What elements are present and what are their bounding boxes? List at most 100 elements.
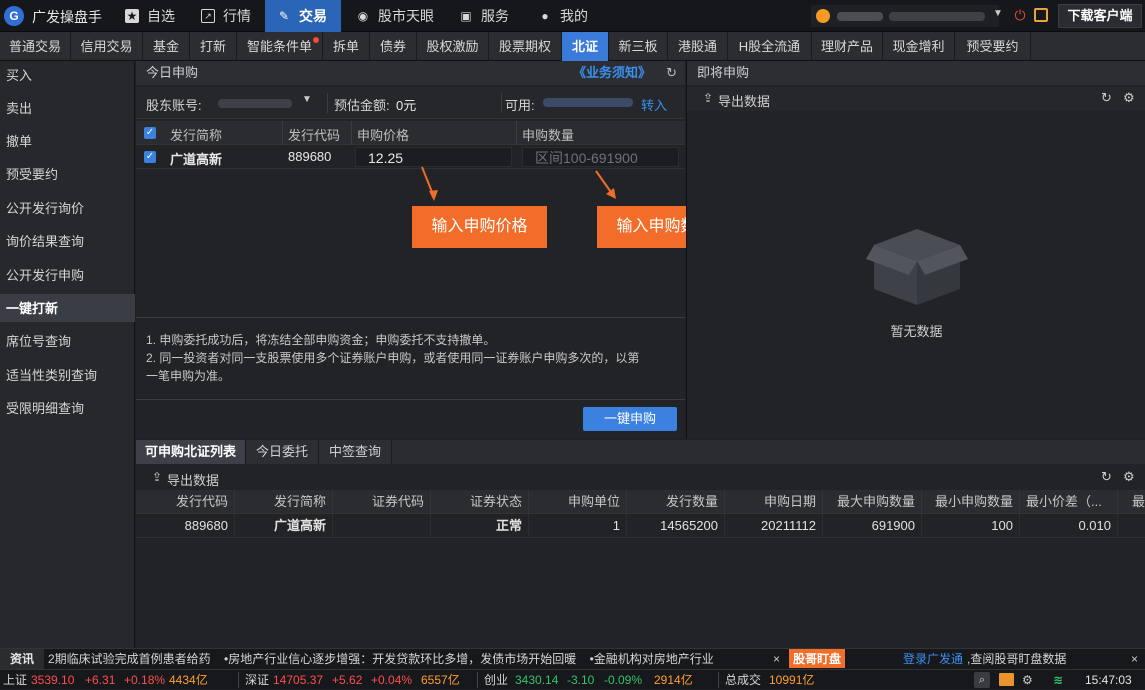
tab-wealth[interactable]: 理财产品 — [812, 32, 883, 61]
tab-tender-offer[interactable]: 预受要约 — [955, 32, 1031, 61]
export-data-button[interactable]: 导出数据 — [718, 91, 770, 110]
tab-h-share[interactable]: H股全流通 — [728, 32, 812, 61]
sidebar-item-ipo-inquiry[interactable]: 公开发行询价 — [0, 194, 135, 227]
refresh-icon[interactable]: ↻ — [666, 61, 677, 85]
tab-split-order[interactable]: 拆单 — [323, 32, 370, 61]
tab-equity-incentive[interactable]: 股权激励 — [417, 32, 489, 61]
tab-normal-trade[interactable]: 普通交易 — [0, 32, 71, 61]
login-link[interactable]: 登录广发通 — [903, 649, 963, 669]
tab-hk-connect[interactable]: 港股通 — [668, 32, 728, 61]
news-bar: 资讯 2期临床试验完成首例患者给药 •房地产行业信心逐步增强：开发贷款环比多增，… — [0, 648, 1145, 669]
gear-icon[interactable]: ⚙ — [1123, 90, 1135, 106]
note-line: 一笔申购为准。 — [146, 369, 231, 383]
sz-amount: 6557亿 — [421, 673, 460, 687]
sidebar-item-sell[interactable]: 卖出 — [0, 94, 135, 127]
cell-unit: 1 — [529, 514, 627, 537]
news-ticker[interactable]: 2期临床试验完成首例患者给药 •房地产行业信心逐步增强：开发贷款环比多增，发债市… — [48, 649, 766, 669]
col-max-qty: 最大申购数量 — [823, 490, 922, 514]
power-icon[interactable]: ⏻ — [1012, 7, 1028, 23]
tab-bonds[interactable]: 债券 — [370, 32, 417, 61]
nav-market[interactable]: ↗ 行情 — [189, 0, 265, 32]
col-price: 申购价格 — [357, 128, 410, 143]
search-icon[interactable]: ⌕ — [974, 672, 990, 688]
transfer-in-link[interactable]: 转入 — [641, 95, 667, 114]
gear-icon[interactable]: ⚙ — [1022, 670, 1033, 690]
sidebar-item-inquiry-result[interactable]: 询价结果查询 — [0, 227, 135, 260]
nav-service[interactable]: ▣ 服务 — [447, 0, 523, 32]
chevron-down-icon: ▼ — [993, 8, 1003, 19]
account-selector[interactable]: ▼ — [811, 5, 1003, 27]
sidebar-item-seat-query[interactable]: 席位号查询 — [0, 327, 135, 360]
row-checkbox[interactable]: ✓ — [144, 151, 156, 163]
chart-icon: ↗ — [201, 9, 215, 23]
close-icon[interactable]: × — [773, 649, 780, 669]
sh-amount: 4434亿 — [169, 673, 208, 687]
tab-cash-plus[interactable]: 现金增利 — [883, 32, 955, 61]
star-icon: ★ — [125, 9, 139, 23]
divider — [136, 317, 685, 318]
tab-winning-query[interactable]: 中签查询 — [319, 440, 392, 464]
tab-smart-order[interactable]: 智能条件单 — [237, 32, 323, 61]
export-icon[interactable]: ⇪ — [152, 470, 162, 484]
news-item[interactable]: 2期临床试验完成首例患者给药 — [48, 652, 211, 666]
gu-ge-badge[interactable]: 股哥盯盘 — [789, 649, 846, 668]
notes: 1. 申购委托成功后，将冻结全部申购资金；申购委托不支持撤单。 2. 同一投资者… — [146, 331, 681, 385]
nav-label: 行情 — [223, 8, 251, 24]
sidebar-item-buy[interactable]: 买入 — [0, 61, 135, 94]
one-click-subscribe-button[interactable]: 一键申购 — [583, 407, 677, 431]
nav-mine[interactable]: ● 我的 — [526, 0, 602, 32]
nav-sky-eye[interactable]: ◉ 股市天眼 — [344, 0, 440, 32]
briefcase-icon: ▣ — [460, 9, 472, 23]
account-dropdown[interactable]: ▼ — [214, 92, 322, 114]
tab-bse-list[interactable]: 可申购北证列表 — [136, 440, 246, 464]
notice-link[interactable]: 《业务须知》 — [573, 61, 651, 85]
sidebar-item-suitability[interactable]: 适当性类别查询 — [0, 361, 135, 394]
export-data-button[interactable]: 导出数据 — [167, 470, 219, 489]
close-icon[interactable]: × — [1131, 649, 1138, 669]
tab-new-shares[interactable]: 打新 — [190, 32, 237, 61]
lock-icon[interactable] — [1034, 8, 1048, 22]
arrow-price-icon — [421, 166, 438, 201]
divider — [327, 93, 328, 113]
cy-value: 3430.14 — [515, 673, 559, 687]
nav-watchlist[interactable]: ★ 自选 — [113, 0, 189, 32]
sidebar-item-restricted[interactable]: 受限明细查询 — [0, 394, 135, 427]
tab-neeq[interactable]: 新三板 — [609, 32, 668, 61]
gear-icon[interactable]: ⚙ — [1123, 469, 1135, 485]
export-icon[interactable]: ⇪ — [703, 91, 713, 105]
signal-icon: ≋ — [1053, 673, 1064, 687]
divider — [282, 121, 283, 145]
news-item[interactable]: •房地产行业信心逐步增强：开发贷款环比多增，发债市场开始回暖 — [224, 652, 576, 666]
sidebar-item-one-click[interactable]: 一键打新 — [0, 294, 135, 322]
divider — [516, 121, 517, 145]
tab-fund[interactable]: 基金 — [143, 32, 190, 61]
refresh-icon[interactable]: ↻ — [1101, 469, 1112, 485]
sh-value: 3539.10 — [31, 673, 75, 687]
sidebar-item-tender-offer[interactable]: 预受要约 — [0, 160, 135, 193]
col-sec-code: 证券代码 — [333, 490, 431, 514]
refresh-icon[interactable]: ↻ — [1101, 90, 1112, 106]
empty-label: 暂无数据 — [890, 324, 943, 339]
mail-icon[interactable] — [999, 673, 1014, 686]
download-client-button[interactable]: 下载客户端 — [1058, 4, 1142, 28]
table-row[interactable]: 889680 广道高新 正常 1 14565200 20211112 69190… — [136, 514, 1145, 538]
col-code: 发行代码 — [288, 128, 341, 143]
estimate-label: 预估金额: — [334, 98, 390, 113]
select-all-checkbox[interactable]: ✓ — [144, 127, 156, 139]
nav-trade[interactable]: ✎ 交易 — [265, 0, 341, 32]
sidebar-item-cancel[interactable]: 撤单 — [0, 127, 135, 160]
tab-stock-options[interactable]: 股票期权 — [489, 32, 562, 61]
masked-account — [889, 12, 985, 21]
cell-date: 20211112 — [725, 514, 823, 537]
col-status: 证券状态 — [431, 490, 529, 514]
status-bar: 上证 3539.10 +6.31 +0.18% 4434亿 深证 14705.3… — [0, 669, 1145, 689]
nav-label: 服务 — [481, 8, 509, 24]
tab-bse[interactable]: 北证 — [562, 32, 609, 61]
sidebar-item-ipo-subscribe[interactable]: 公开发行申购 — [0, 261, 135, 294]
cell-issue-name: 广道高新 — [235, 514, 333, 537]
tab-today-orders[interactable]: 今日委托 — [246, 440, 319, 464]
tab-credit-trade[interactable]: 信用交易 — [71, 32, 143, 61]
masked-available — [543, 98, 633, 107]
news-item[interactable]: •金融机构对房地产行业 — [590, 652, 714, 666]
cy-pct: -0.09% — [604, 673, 643, 687]
